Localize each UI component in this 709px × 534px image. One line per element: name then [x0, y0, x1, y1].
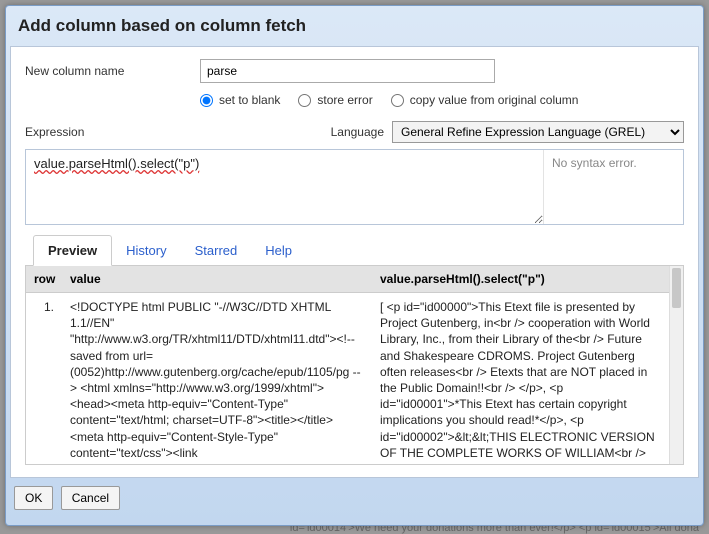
- radio-copy-value-label: copy value from original column: [410, 93, 579, 107]
- dialog-body: New column name set to blank store error…: [10, 46, 699, 478]
- tab-history[interactable]: History: [112, 236, 180, 265]
- dialog-title: Add column based on column fetch: [10, 10, 699, 46]
- syntax-status: No syntax error.: [543, 150, 683, 224]
- radio-store-error[interactable]: store error: [298, 93, 372, 107]
- scrollbar[interactable]: [669, 266, 683, 464]
- radio-set-to-blank-input[interactable]: [200, 94, 213, 107]
- preview-panel: row value value.parseHtml().select("p") …: [25, 266, 684, 465]
- preview-table: row value value.parseHtml().select("p") …: [26, 266, 669, 464]
- col-value: value: [62, 266, 372, 293]
- radio-set-to-blank[interactable]: set to blank: [200, 93, 280, 107]
- dialog: Add column based on column fetch New col…: [5, 5, 704, 526]
- radio-copy-value-input[interactable]: [391, 94, 404, 107]
- tab-help[interactable]: Help: [251, 236, 306, 265]
- table-row: 1. <!DOCTYPE html PUBLIC "-//W3C//DTD XH…: [26, 293, 669, 465]
- col-row: row: [26, 266, 62, 293]
- tabs: Preview History Starred Help: [25, 235, 684, 266]
- cell-result: [ <p id="id00000">This Etext file is pre…: [372, 293, 669, 465]
- new-column-name-label: New column name: [25, 64, 200, 78]
- tab-starred[interactable]: Starred: [181, 236, 252, 265]
- cell-row-num: 1.: [26, 293, 62, 465]
- tab-preview[interactable]: Preview: [33, 235, 112, 266]
- col-result: value.parseHtml().select("p"): [372, 266, 669, 293]
- cell-value: <!DOCTYPE html PUBLIC "-//W3C//DTD XHTML…: [62, 293, 372, 465]
- radio-copy-value[interactable]: copy value from original column: [391, 93, 579, 107]
- radio-store-error-input[interactable]: [298, 94, 311, 107]
- language-label: Language: [331, 125, 384, 139]
- dialog-footer: OK Cancel: [10, 478, 699, 510]
- radio-store-error-label: store error: [317, 93, 372, 107]
- new-column-name-input[interactable]: [200, 59, 495, 83]
- expression-area: No syntax error.: [25, 149, 684, 225]
- ok-button[interactable]: OK: [14, 486, 53, 510]
- expression-label: Expression: [25, 125, 84, 139]
- expression-input[interactable]: [26, 150, 543, 224]
- radio-set-to-blank-label: set to blank: [219, 93, 280, 107]
- cancel-button[interactable]: Cancel: [61, 486, 120, 510]
- error-handling-radios: set to blank store error copy value from…: [200, 93, 684, 107]
- scrollbar-thumb[interactable]: [672, 268, 681, 308]
- language-select[interactable]: General Refine Expression Language (GREL…: [392, 121, 684, 143]
